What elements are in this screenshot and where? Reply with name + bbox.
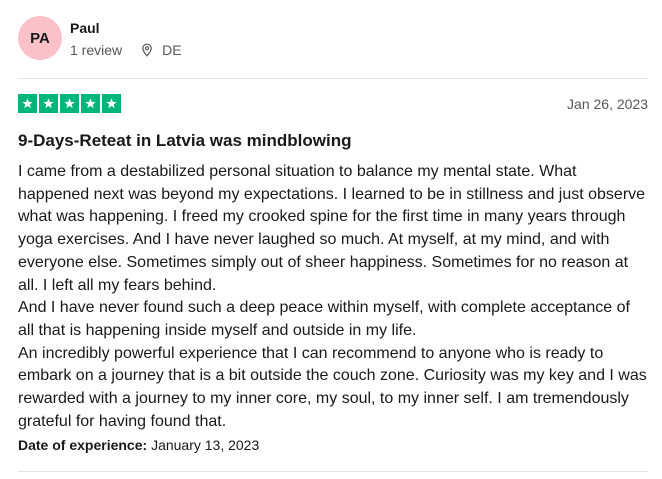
experience-date: January 13, 2023 [151, 437, 260, 453]
reviewer-meta: 1 review DE [70, 42, 182, 58]
star-icon [39, 94, 58, 113]
review-paragraph: An incredibly powerful experience that I… [18, 344, 647, 430]
star-icon [81, 94, 100, 113]
star-icon [102, 94, 121, 113]
reviewer-country: DE [162, 42, 182, 58]
review-paragraph: I came from a destabilized personal situ… [18, 163, 646, 294]
review-count: 1 review [70, 42, 123, 58]
divider [18, 471, 648, 472]
divider [18, 78, 648, 79]
review-card: PA Paul 1 review DE Jan 26, 2023 9-Days-… [18, 0, 648, 479]
avatar[interactable]: PA [18, 16, 62, 60]
review-date: Jan 26, 2023 [567, 96, 648, 112]
reviewer-name[interactable]: Paul [70, 20, 100, 36]
avatar-initials: PA [30, 29, 50, 47]
star-icon [18, 94, 37, 113]
location-pin-icon [142, 43, 152, 57]
reviewer-header: PA Paul 1 review DE [18, 16, 648, 62]
star-icon [60, 94, 79, 113]
date-of-experience: Date of experience: January 13, 2023 [18, 437, 259, 453]
review-body: I came from a destabilized personal situ… [18, 161, 648, 433]
star-rating [18, 94, 123, 113]
review-title[interactable]: 9-Days-Reteat in Latvia was mindblowing [18, 131, 351, 151]
experience-label: Date of experience: [18, 437, 148, 453]
review-paragraph: And I have never found such a deep peace… [18, 299, 630, 339]
